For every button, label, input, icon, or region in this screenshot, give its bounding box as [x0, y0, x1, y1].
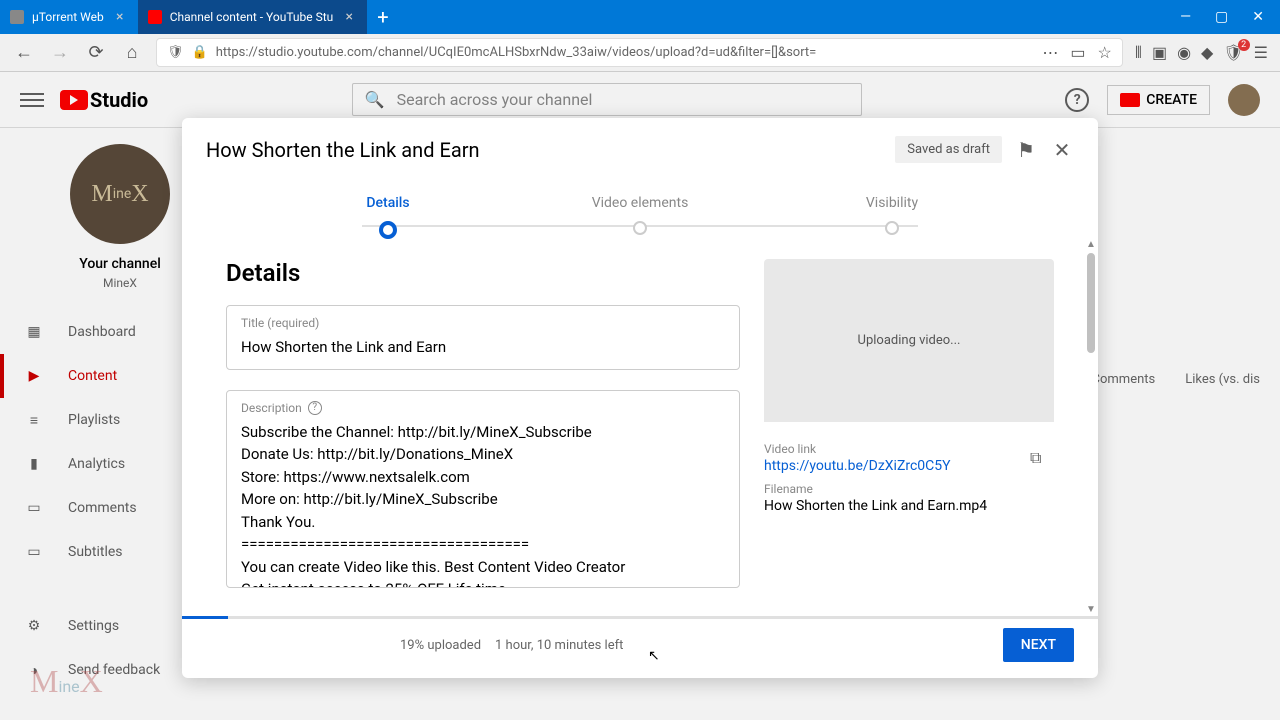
filename-label: Filename	[764, 482, 1054, 496]
filename-value: How Shorten the Link and Earn.mp4	[764, 498, 1054, 514]
sidebar-icon[interactable]: ▣	[1152, 43, 1167, 62]
library-icon[interactable]: ⦀	[1135, 43, 1142, 63]
close-icon[interactable]: ✕	[1050, 138, 1074, 162]
url-bar: ← → ⟳ ⌂ 🛡 🔒 https://studio.youtube.com/c…	[0, 34, 1280, 72]
modal-footer: 19% uploaded 1 hour, 10 minutes left NEX…	[182, 616, 1098, 678]
watermark: MineX	[30, 663, 103, 700]
step-dot-icon	[633, 221, 647, 235]
upload-modal: How Shorten the Link and Earn Saved as d…	[182, 118, 1098, 678]
title-input[interactable]: How Shorten the Link and Earn	[241, 336, 725, 359]
url-field[interactable]: 🛡 🔒 https://studio.youtube.com/channel/U…	[156, 38, 1123, 67]
forward-button[interactable]: →	[48, 41, 72, 65]
close-icon[interactable]: ✕	[1252, 9, 1264, 25]
ext-icon[interactable]: ◆	[1201, 43, 1213, 62]
upload-progress	[182, 616, 1098, 619]
tab-title: Channel content - YouTube Stu	[170, 10, 334, 24]
bookmark-icon[interactable]: ☆	[1098, 43, 1112, 62]
maximize-icon[interactable]: ▢	[1215, 9, 1228, 25]
scroll-up-icon[interactable]: ▲	[1086, 239, 1096, 251]
cursor-icon: ↖	[648, 648, 660, 664]
modal-header: How Shorten the Link and Earn Saved as d…	[182, 118, 1098, 181]
window-controls: — ▢ ✕	[1164, 9, 1280, 25]
draft-badge: Saved as draft	[895, 136, 1002, 163]
upload-time: 1 hour, 10 minutes left	[495, 638, 623, 653]
step-label: Video elements	[592, 195, 689, 211]
step-dot-icon	[379, 221, 397, 239]
help-icon[interactable]: ?	[308, 401, 322, 415]
browser-tab-bar: µTorrent Web × Channel content - YouTube…	[0, 0, 1280, 34]
browser-tab[interactable]: µTorrent Web ×	[0, 0, 138, 34]
new-tab-button[interactable]: +	[367, 5, 398, 29]
back-button[interactable]: ←	[12, 41, 36, 65]
tab-favicon-icon	[148, 10, 162, 24]
shield-icon[interactable]: 🛡	[167, 45, 184, 60]
reload-button[interactable]: ⟳	[84, 41, 108, 65]
url-text: https://studio.youtube.com/channel/UCqIE…	[216, 45, 1035, 60]
video-link[interactable]: https://youtu.be/DzXiZrc0C5Y	[764, 458, 1018, 474]
reader-icon[interactable]: ▭	[1070, 43, 1085, 62]
details-heading: Details	[226, 259, 740, 287]
menu-icon[interactable]: ☰	[1254, 43, 1268, 62]
feedback-icon[interactable]: ⚑	[1014, 138, 1038, 162]
step-visibility[interactable]: Visibility	[766, 195, 1018, 239]
lock-icon: 🔒	[192, 45, 208, 60]
step-label: Details	[366, 195, 409, 211]
title-field[interactable]: Title (required) How Shorten the Link an…	[226, 305, 740, 370]
copy-icon[interactable]: ⧉	[1030, 448, 1054, 472]
scroll-down-icon[interactable]: ▼	[1086, 604, 1096, 616]
step-details[interactable]: Details	[262, 195, 514, 239]
scrollbar[interactable]: ▲ ▼	[1086, 239, 1096, 616]
description-label: Description?	[241, 401, 725, 415]
tab-title: µTorrent Web	[32, 10, 104, 24]
description-input[interactable]: Subscribe the Channel: http://bit.ly/Min…	[241, 421, 725, 588]
scroll-thumb[interactable]	[1087, 253, 1095, 353]
description-field[interactable]: Description? Subscribe the Channel: http…	[226, 390, 740, 588]
extension-icons: ⦀ ▣ ◉ ◆ 🛡 ☰	[1135, 43, 1268, 63]
home-button[interactable]: ⌂	[120, 41, 144, 65]
upload-percent: 19% uploaded	[400, 638, 481, 653]
video-preview: Uploading video...	[764, 259, 1054, 422]
step-label: Visibility	[866, 195, 918, 211]
close-tab-icon[interactable]: ×	[112, 9, 128, 25]
modal-body: Details Title (required) How Shorten the…	[182, 239, 1098, 616]
modal-title: How Shorten the Link and Earn	[206, 138, 883, 162]
ext-icon[interactable]: ◉	[1177, 43, 1191, 62]
next-button[interactable]: NEXT	[1003, 628, 1074, 662]
ext-badge-icon[interactable]: 🛡	[1223, 43, 1243, 62]
preview-text: Uploading video...	[858, 333, 961, 348]
tab-favicon-icon	[10, 10, 24, 24]
video-link-label: Video link	[764, 442, 1018, 456]
step-video-elements[interactable]: Video elements	[514, 195, 766, 239]
close-tab-icon[interactable]: ×	[341, 9, 357, 25]
step-dot-icon	[885, 221, 899, 235]
title-label: Title (required)	[241, 316, 725, 330]
stepper: Details Video elements Visibility	[182, 181, 1098, 239]
minimize-icon[interactable]: —	[1180, 9, 1191, 25]
browser-tab[interactable]: Channel content - YouTube Stu ×	[138, 0, 368, 34]
more-icon[interactable]: ⋯	[1042, 43, 1058, 62]
